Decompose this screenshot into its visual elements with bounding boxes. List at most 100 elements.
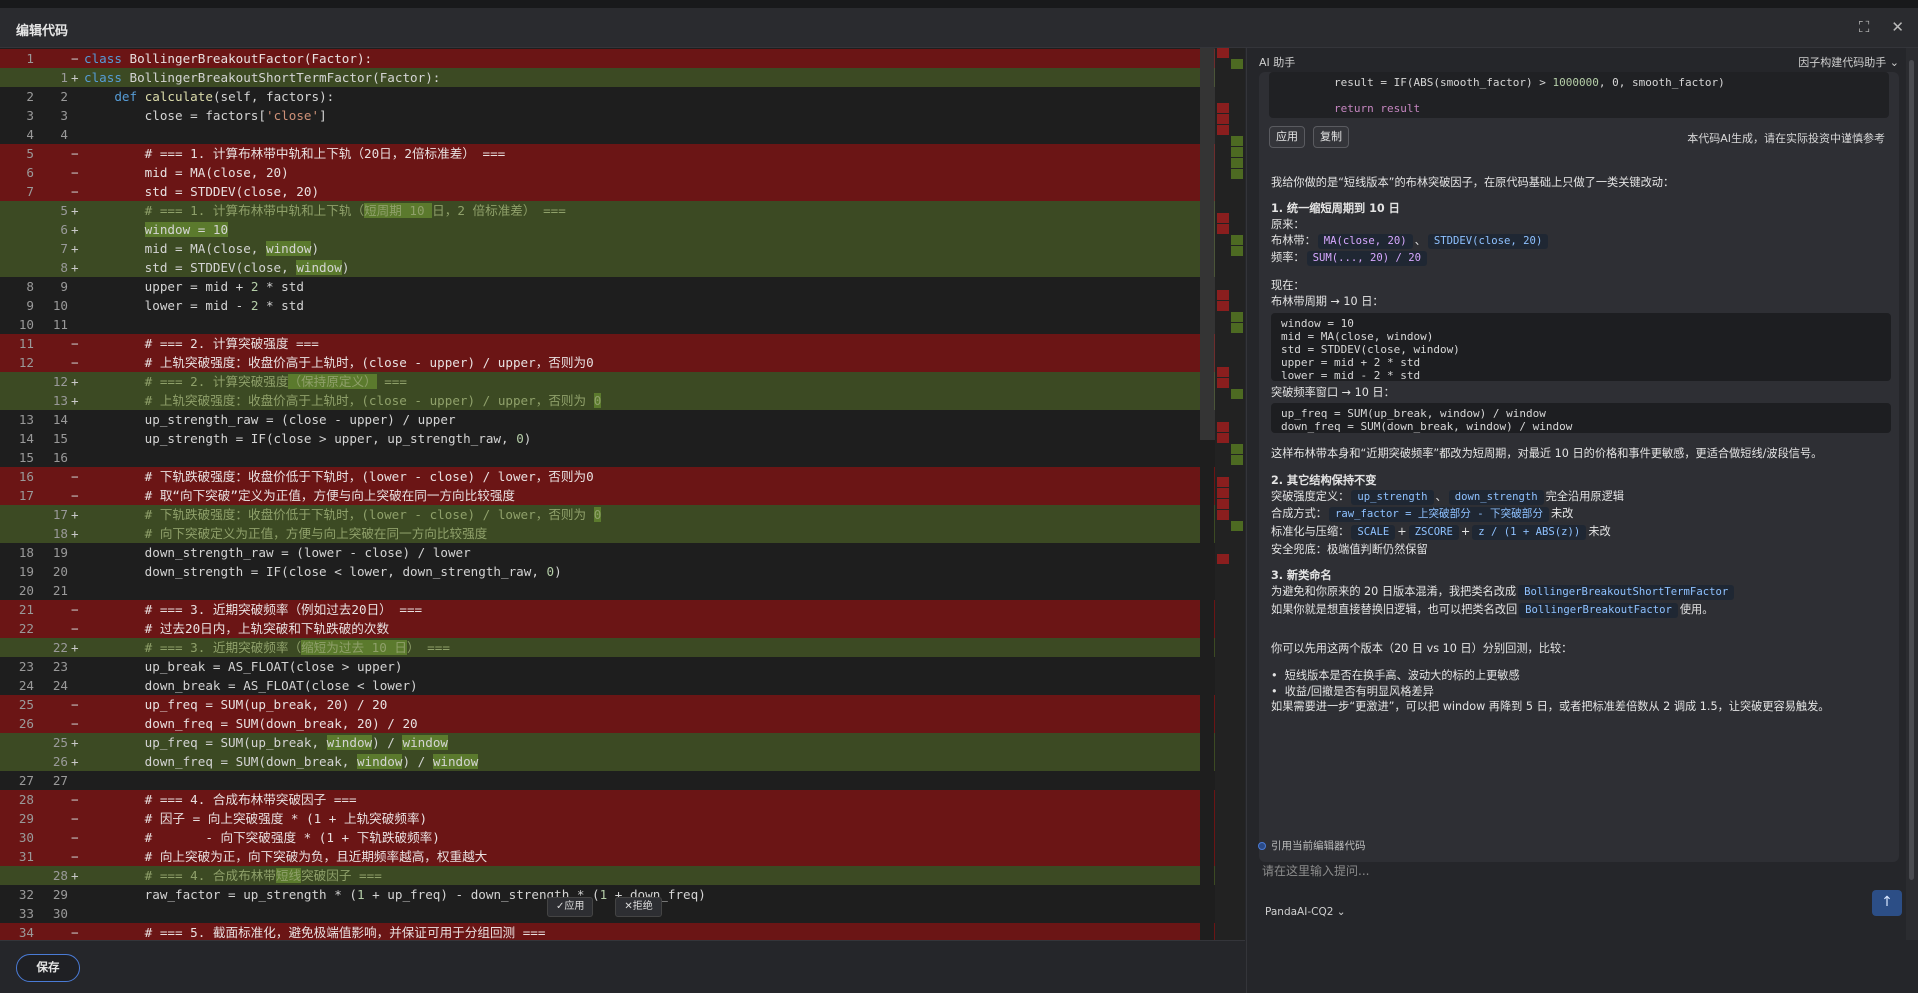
checkbox-icon[interactable] (1258, 842, 1266, 850)
original-line-number: 20 (18, 583, 34, 598)
modified-line-number: 4 (60, 127, 68, 142)
added-code-line[interactable]: 17 + # 下轨跌破强度：收盘价低于下轨时，(lower - close) / … (0, 505, 1215, 524)
added-code-line[interactable]: 13 + # 上轨突破强度：收盘价高于上轨时，(close - upper) / … (0, 391, 1215, 410)
removed-code-line[interactable]: 1 − class BollingerBreakoutFactor(Factor): (0, 49, 1215, 68)
save-button[interactable]: 保存 (16, 954, 80, 982)
code-text: down_strength_raw = (lower - close) / lo… (84, 545, 471, 560)
added-code-line[interactable]: 18 + # 向下突破定义为正值，方便与向上突破在同一方向比较强度 (0, 524, 1215, 543)
code-line[interactable]: 8 9 upper = mid + 2 * std (0, 277, 1215, 296)
code-text: close = factors['close'] (84, 108, 327, 123)
added-code-line[interactable]: 7 + mid = MA(close, window) (0, 239, 1215, 258)
inline-accept-button[interactable]: ✓应用 (547, 897, 594, 917)
modified-line-number: 12 (52, 374, 68, 389)
original-line-number: 4 (26, 127, 34, 142)
original-line-number: 26 (18, 716, 34, 731)
model-select[interactable]: PandaAI-CQ2 ⌄ (1265, 906, 1346, 918)
code-text: # 下轨跌破强度：收盘价低于下轨时，(lower - close) / lowe… (144, 507, 602, 522)
original-line-number: 33 (18, 906, 34, 921)
added-code-line[interactable]: 1 + class BollingerBreakoutShortTermFactor… (0, 68, 1215, 87)
modified-line-number: 5 (60, 203, 68, 218)
code-line[interactable]: 13 14 up_strength_raw = (close - upper) /… (0, 410, 1215, 429)
code-line[interactable]: 19 20 down_strength = IF(close < lower, d… (0, 562, 1215, 581)
original-line-number: 21 (18, 602, 34, 617)
removed-code-line[interactable]: 30 − # - 向下突破强度 * (1 + 下轨跌破频率) (0, 828, 1215, 847)
code-line[interactable]: 23 23 up_break = AS_FLOAT(close > upper) (0, 657, 1215, 676)
code-text: # === 1. 计算布林带中轨和上下轨（短周期 10 日，2 倍标准差） ==… (144, 203, 566, 218)
removed-marker: − (71, 697, 79, 712)
code-line[interactable]: 3 3 close = factors['close'] (0, 106, 1215, 125)
removed-mark (1217, 367, 1229, 377)
removed-code-line[interactable]: 26 − down_freq = SUM(down_break, 20) / 20 (0, 714, 1215, 733)
assistant-mode-select[interactable]: 因子构建代码助手 ⌄ (1798, 54, 1899, 70)
removed-code-line[interactable]: 7 − std = STDDEV(close, 20) (0, 182, 1215, 201)
removed-marker: − (71, 336, 79, 351)
code-text: upper = mid + 2 * std (84, 279, 304, 294)
intro-text: 我给你做的是“短线版本”的布林突破因子，在原代码基础上只做了一类关键改动： (1271, 176, 1675, 189)
close-icon[interactable]: ✕ (1891, 19, 1904, 35)
code-line: return result (1281, 102, 1421, 115)
code-line[interactable]: 27 27 (0, 771, 1215, 790)
reference-editor-toggle[interactable]: 引用当前编辑器代码 (1258, 838, 1366, 853)
removed-mark (1217, 125, 1229, 135)
further-tip: 如果需要进一步“更激进”，可以把 window 再降到 5 日，或者把标准差倍数… (1271, 700, 1830, 713)
send-button[interactable]: ↑ (1872, 890, 1902, 916)
removed-mark (1217, 290, 1229, 300)
code-text: # === 4. 合成布林带突破因子 === (84, 792, 357, 807)
diff-editor[interactable]: 1− class BollingerBreakoutFactor(Factor):… (0, 48, 1245, 940)
removed-code-line[interactable]: 25 − up_freq = SUM(up_break, 20) / 20 (0, 695, 1215, 714)
added-code-line[interactable]: 26 + down_freq = SUM(down_break, window) … (0, 752, 1215, 771)
chat-input[interactable]: 请在这里输入提问... (1262, 862, 1862, 884)
original-line-number: 28 (18, 792, 34, 807)
original-line-number: 15 (18, 450, 34, 465)
code-text: std = STDDEV(close, 20) (84, 184, 320, 199)
modified-line-number: 23 (52, 659, 68, 674)
code-line[interactable]: 18 19 down_strength_raw = (lower - close)… (0, 543, 1215, 562)
removed-mark (1217, 213, 1229, 223)
added-code-line[interactable]: 28 + # === 4. 合成布林带短线突破因子 === (0, 866, 1215, 885)
code-line[interactable]: 14 15 up_strength = IF(close > upper, up_… (0, 429, 1215, 448)
removed-code-line[interactable]: 21 − # === 3. 近期突破频率（例如过去20日） === (0, 600, 1215, 619)
code-line[interactable]: 9 10 lower = mid - 2 * std (0, 296, 1215, 315)
added-mark (1231, 246, 1243, 256)
original-line-number: 34 (18, 925, 34, 940)
apply-code-button[interactable]: 应用 (1269, 126, 1305, 148)
removed-code-line[interactable]: 12 − # 上轨突破强度：收盘价高于上轨时，(close - upper) / … (0, 353, 1215, 372)
code-text: # === 3. 近期突破频率（例如过去20日） === (84, 602, 423, 617)
fullscreen-icon[interactable]: ⛶ (1859, 19, 1870, 35)
removed-mark (1217, 224, 1229, 234)
copy-code-button[interactable]: 复制 (1313, 126, 1349, 148)
code-line[interactable]: 15 16 (0, 448, 1215, 467)
code-line[interactable]: 44 (0, 125, 1215, 144)
snippet-line: up_freq = SUM(up_break, window) / window (1281, 407, 1546, 420)
removed-code-line[interactable]: 6 − mid = MA(close, 20) (0, 163, 1215, 182)
code-text: up_freq = SUM(up_break, 20) / 20 (84, 697, 388, 712)
added-mark (1231, 444, 1243, 454)
code-line[interactable]: 10 11 (0, 315, 1215, 334)
modified-line-number: 18 (52, 526, 68, 541)
removed-code-line[interactable]: 17 − # 取“向下突破”定义为正值，方便与向上突破在同一方向比较强度 (0, 486, 1215, 505)
removed-code-line[interactable]: 22 − # 过去20日内，上轨突破和下轨跌破的次数 (0, 619, 1215, 638)
added-code-line[interactable]: 5 + # === 1. 计算布林带中轨和上下轨（短周期 10 日，2 倍标准差）… (0, 201, 1215, 220)
code-text: up_freq = SUM(up_break, window) / window (84, 735, 448, 750)
added-code-line[interactable]: 6 + window = 10 (0, 220, 1215, 239)
removed-code-line[interactable]: 28 − # === 4. 合成布林带突破因子 === (0, 790, 1215, 809)
added-code-line[interactable]: 25 + up_freq = SUM(up_break, window) / wi… (0, 733, 1215, 752)
added-code-line[interactable]: 22 + # === 3. 近期突破频率（缩短为过去 10 日） === (0, 638, 1215, 657)
removed-code-line[interactable]: 31 − # 向上突破为正，向下突破为负，且近期频率越高，权重越大 (0, 847, 1215, 866)
code-line[interactable]: 20 21 (0, 581, 1215, 600)
added-code-line[interactable]: 8 + std = STDDEV(close, window) (0, 258, 1215, 277)
code-line[interactable]: 2 2 def calculate(self, factors): (0, 87, 1215, 106)
code-line[interactable]: 24 24 down_break = AS_FLOAT(close < lower… (0, 676, 1215, 695)
original-line-number: 22 (18, 621, 34, 636)
code-text: # === 4. 合成布林带短线突破因子 === (144, 868, 382, 883)
removed-code-line[interactable]: 34 − # === 5. 截面标准化，避免极端值影响，并保证可用于分组回测 ==… (0, 923, 1215, 940)
removed-code-line[interactable]: 16 − # 下轨跌破强度：收盘价低于下轨时，(lower - close) / … (0, 467, 1215, 486)
removed-marker: − (71, 146, 79, 161)
removed-code-line[interactable]: 29 − # 因子 = 向上突破强度 * (1 + 上轨突破频率) (0, 809, 1215, 828)
removed-code-line[interactable]: 11 − # === 2. 计算突破强度 === (0, 334, 1215, 353)
ai-scroll-thumb[interactable] (1909, 60, 1914, 880)
added-code-line[interactable]: 12 + # === 2. 计算突破强度（保持原定义） === (0, 372, 1215, 391)
strength-def-line: 突破强度定义： up_strength、 down_strength 完全沿用原逻辑 (1271, 490, 1624, 505)
removed-code-line[interactable]: 5 − # === 1. 计算布林带中轨和上下轨（20日，2倍标准差） === (0, 144, 1215, 163)
inline-reject-button[interactable]: ✕拒绝 (615, 897, 662, 917)
